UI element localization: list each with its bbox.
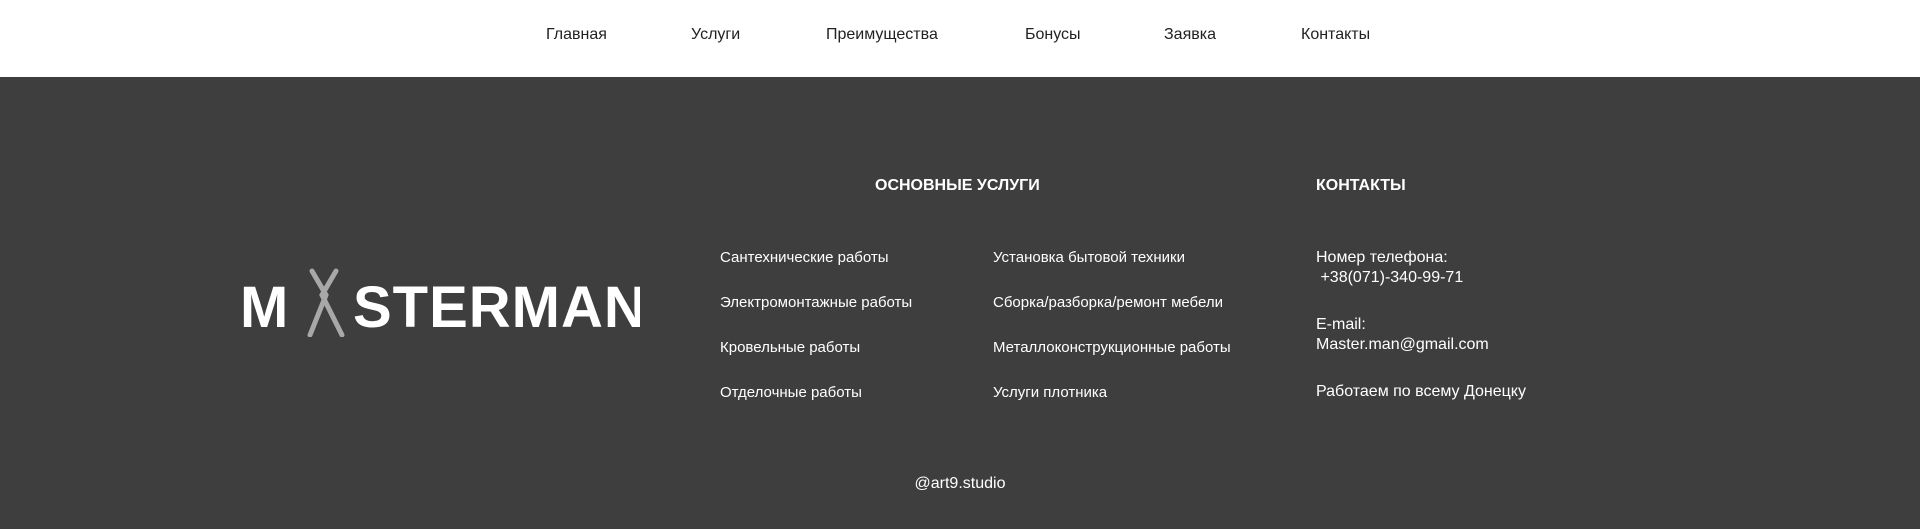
service-link[interactable]: Сантехнические работы [720, 249, 889, 266]
nav-link-services[interactable]: Услуги [691, 26, 740, 44]
logo-graphic: M STERMAN [240, 268, 646, 340]
service-link[interactable]: Услуги плотника [993, 384, 1107, 401]
site-footer: M STERMAN ОСНОВНЫЕ УСЛУГИ Сантехнические… [0, 77, 1920, 529]
service-area-text: Работаем по всему Донецку [1316, 383, 1526, 400]
service-link[interactable]: Электромонтажные работы [720, 294, 912, 311]
service-link[interactable]: Металлоконструкционные работы [993, 339, 1231, 356]
phone-label: Номер телефона: [1316, 249, 1448, 266]
service-link[interactable]: Кровельные работы [720, 339, 860, 356]
logo-letters-sterman: STERMAN [353, 275, 640, 337]
logo-letter-m: M [240, 275, 289, 337]
developer-credit-link[interactable]: @art9.studio [915, 475, 1006, 492]
service-link[interactable]: Установка бытовой техники [993, 249, 1185, 266]
masterman-logo[interactable]: M STERMAN [240, 265, 646, 340]
services-heading: ОСНОВНЫЕ УСЛУГИ [875, 177, 1040, 194]
service-link[interactable]: Сборка/разборка/ремонт мебели [993, 294, 1223, 311]
nav-link-advantages[interactable]: Преимущества [826, 26, 938, 44]
contacts-heading: КОНТАКТЫ [1316, 177, 1406, 194]
developer-credit: @art9.studio [0, 475, 1920, 493]
pliers-icon [307, 268, 345, 338]
service-link[interactable]: Отделочные работы [720, 384, 862, 401]
nav-link-home[interactable]: Главная [546, 26, 607, 44]
phone-link[interactable]: +38(071)-340-99-71 [1316, 268, 1463, 288]
email-label: E-mail: [1316, 316, 1366, 333]
nav-link-request[interactable]: Заявка [1164, 26, 1216, 44]
top-navigation: Главная Услуги Преимущества Бонусы Заявк… [0, 0, 1920, 77]
nav-link-contacts[interactable]: Контакты [1301, 26, 1370, 44]
nav-link-bonuses[interactable]: Бонусы [1025, 26, 1081, 44]
email-link[interactable]: Master.man@gmail.com [1316, 335, 1489, 355]
